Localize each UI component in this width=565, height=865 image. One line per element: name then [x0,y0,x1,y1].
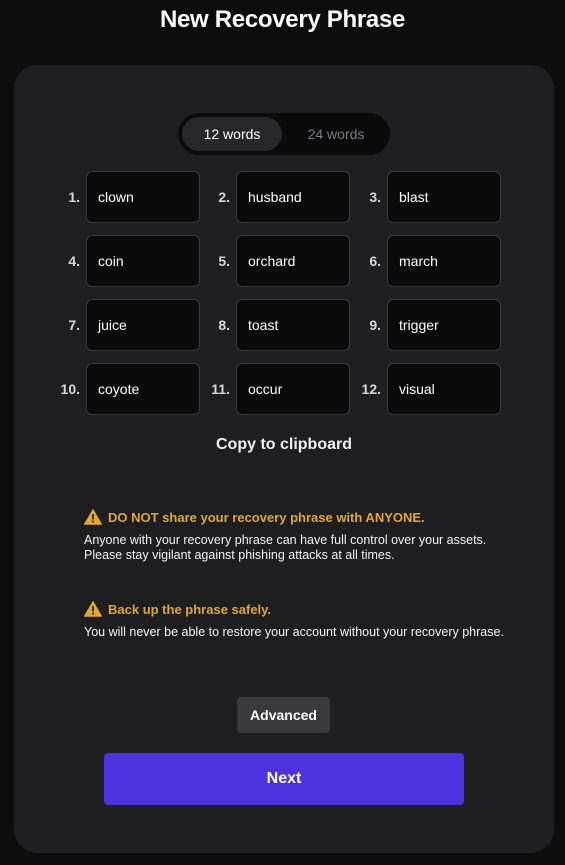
phrase-number: 2. [218,189,230,205]
phrase-number: 10. [60,381,80,397]
phrase-number: 3. [369,189,381,205]
phrase-word: clown [86,171,200,223]
toggle-12-words[interactable]: 12 words [182,117,282,151]
phrase-word: coyote [86,363,200,415]
phrase-cell: 9. trigger [345,299,501,351]
phrase-number: 11. [211,381,230,397]
backup-warning-body: You will never be able to restore your a… [84,625,504,639]
phrase-word: husband [236,171,350,223]
phrase-word: juice [86,299,200,351]
recovery-card: 12 words 24 words 1. clown 2. husband 3.… [14,65,554,853]
word-count-toggle: 12 words 24 words [178,113,390,155]
phrase-number: 4. [68,253,80,269]
phrase-cell: 10. coyote [44,363,200,415]
phrase-number: 6. [369,253,381,269]
backup-warning-heading-row: Back up the phrase safely. [84,599,504,619]
phrase-number: 9. [369,317,381,333]
phrase-cell: 6. march [345,235,501,287]
recovery-phrase-screen: New Recovery Phrase 12 words 24 words 1.… [0,0,565,865]
phrase-word: coin [86,235,200,287]
phrase-number: 1. [68,189,80,205]
share-warning: DO NOT share your recovery phrase with A… [84,507,504,563]
share-warning-heading-row: DO NOT share your recovery phrase with A… [84,507,504,527]
phrase-cell: 12. visual [345,363,501,415]
phrase-cell: 2. husband [194,171,350,223]
phrase-cell: 11. occur [194,363,350,415]
phrase-cell: 4. coin [44,235,200,287]
warning-triangle-icon [84,509,102,525]
toggle-24-words[interactable]: 24 words [286,117,386,151]
next-button[interactable]: Next [104,753,464,805]
phrase-cell: 8. toast [194,299,350,351]
phrase-cell: 3. blast [345,171,501,223]
phrase-word: visual [387,363,501,415]
phrase-word: blast [387,171,501,223]
phrase-cell: 1. clown [44,171,200,223]
page-title: New Recovery Phrase [159,6,406,33]
phrase-word: occur [236,363,350,415]
phrase-number: 7. [68,317,80,333]
phrase-word: toast [236,299,350,351]
phrase-number: 5. [218,253,230,269]
share-warning-heading: DO NOT share your recovery phrase with A… [108,509,425,525]
phrase-word: march [387,235,501,287]
phrase-cell: 5. orchard [194,235,350,287]
warning-triangle-icon [84,601,102,617]
phrase-cell: 7. juice [44,299,200,351]
share-warning-body: Anyone with your recovery phrase can hav… [84,533,487,562]
phrase-word: orchard [236,235,350,287]
advanced-button[interactable]: Advanced [237,697,330,733]
backup-warning-heading: Back up the phrase safely. [108,601,272,617]
phrase-word: trigger [387,299,501,351]
backup-warning: Back up the phrase safely. You will neve… [84,599,504,640]
copy-to-clipboard-button[interactable]: Copy to clipboard [14,436,554,454]
phrase-number: 8. [218,317,230,333]
phrase-number: 12. [361,381,381,397]
